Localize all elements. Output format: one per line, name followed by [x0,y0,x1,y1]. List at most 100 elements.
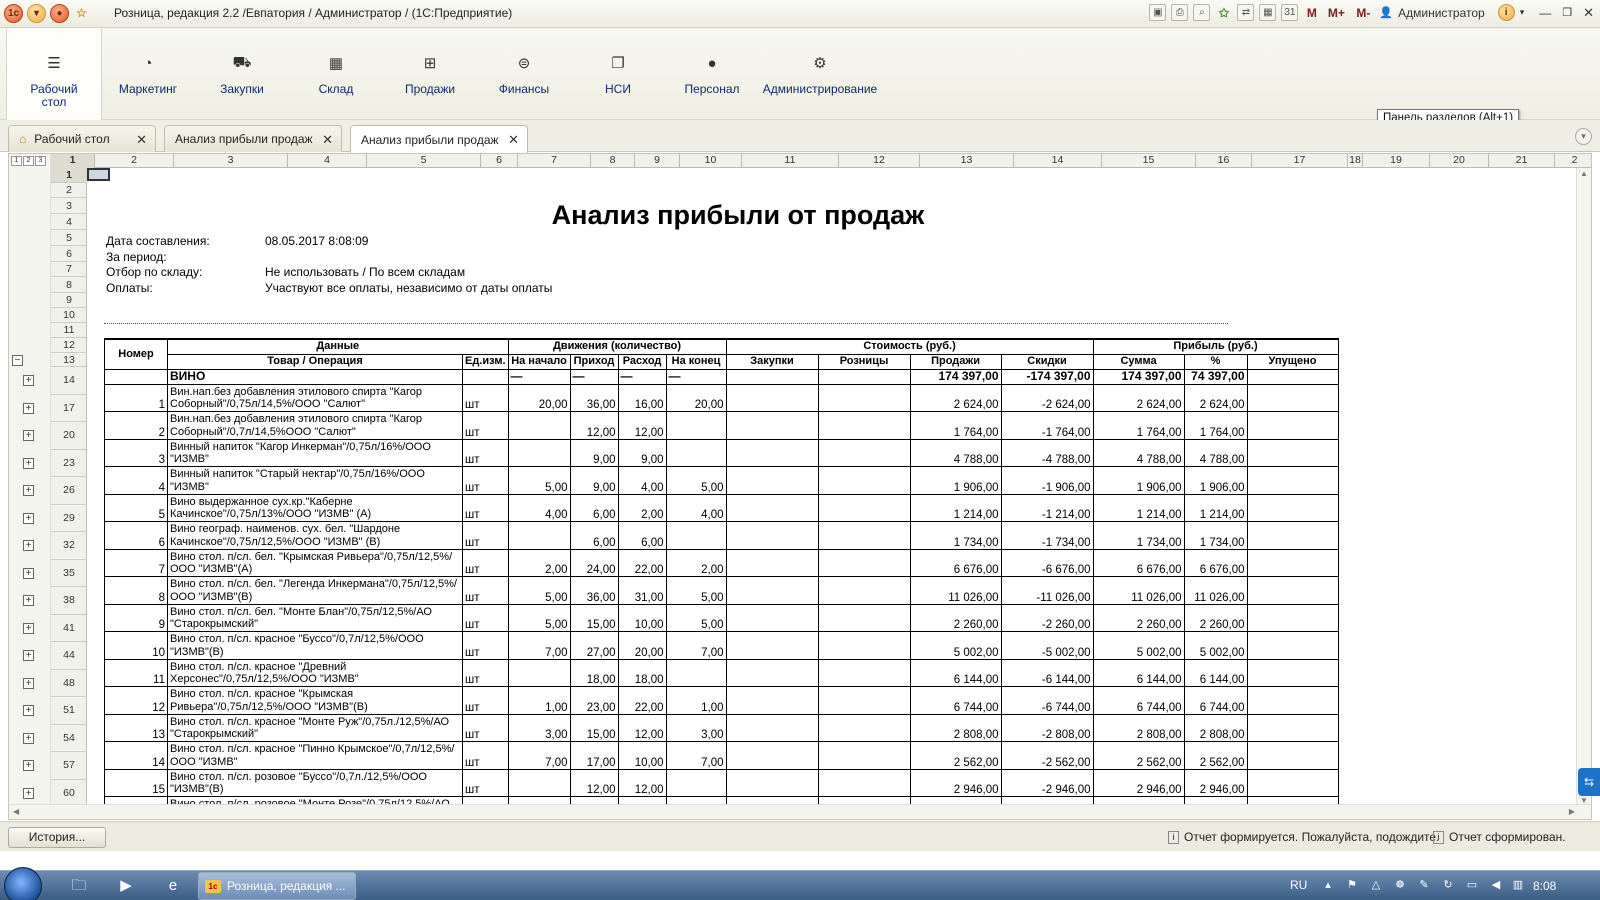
table-row[interactable]: 9 Вино стол. п/сл. бел. "Монте Блан"/0,75… [104,603,1339,632]
tray-expand-icon[interactable]: ▴ [1320,877,1336,893]
row-header[interactable]: 20 [51,422,87,450]
display-icon[interactable]: ▭ [1464,877,1480,893]
report-spreadsheet[interactable]: 1 2 3 − + + + + + + + + + + + + + + + + 1 2 3 4 5 6 7 8 9 10 11 12… [8,153,1592,820]
table-row[interactable]: 10 Вино стол. п/сл. красное "Буссо"/0,7л/… [104,631,1339,660]
row-header[interactable]: 29 [51,505,87,532]
volume-icon[interactable]: ◀ [1488,877,1504,893]
current-user[interactable]: Администратор [1398,6,1485,20]
expand-group-icon[interactable]: + [23,485,34,496]
row-header[interactable]: 48 [51,670,87,697]
expand-group-icon[interactable]: + [23,540,34,551]
teamviewer-icon[interactable]: ⇆ [1578,768,1600,796]
explorer-icon[interactable]: 🗀 [66,874,92,898]
tab-report-1[interactable]: Анализ прибыли продаж ✕ [164,125,342,152]
row-header[interactable]: 23 [51,450,87,477]
memory-minus-button[interactable]: M- [1352,4,1374,21]
expand-group-icon[interactable]: + [23,677,34,689]
memory-m-button[interactable]: M [1303,4,1320,21]
column-header[interactable]: 15 [1102,154,1196,168]
preview-icon[interactable]: ⌕ [1193,4,1211,21]
column-header[interactable]: 6 [481,154,518,168]
section-finance[interactable]: ⊜ Финансы [484,28,564,120]
table-row[interactable]: 13 Вино стол. п/сл. красное "Монте Руж"/0… [104,713,1339,742]
tab-report-2[interactable]: Анализ прибыли продаж ✕ [350,125,528,153]
close-icon[interactable]: ✕ [136,132,147,148]
table-row[interactable]: 1 Вин.нап.без добавления этилового спирта… [104,383,1339,412]
table-row[interactable]: 5 Вино выдержанное сух.кр."Каберне Качинс… [104,493,1339,522]
sync-icon[interactable]: ↻ [1440,877,1456,893]
expand-group-icon[interactable]: + [23,512,34,524]
horizontal-scrollbar[interactable]: ◀ ▶ [9,804,1591,819]
drive-icon[interactable]: △ [1368,877,1384,893]
column-header[interactable]: 3 [174,154,288,168]
table-row[interactable]: 14 Вино стол. п/сл. красное "Пинно Крымск… [104,741,1339,770]
row-header[interactable]: 10 [51,308,87,323]
section-administration[interactable]: ⚙ Администрирование [760,28,880,120]
add-favorite-icon[interactable]: ✩ [1215,4,1232,21]
expand-group-icon[interactable]: + [23,402,34,414]
section-sales[interactable]: ⊞ Продажи [390,28,470,120]
table-row[interactable]: 3 Винный напиток "Кагор Инкерман"/0,75л/1… [104,438,1339,467]
table-row[interactable]: 8 Вино стол. п/сл. бел. "Легенда Инкерман… [104,576,1339,605]
expand-group-icon[interactable]: + [23,787,34,799]
calendar-icon[interactable]: 31 [1281,4,1299,21]
table-row[interactable]: 11 Вино стол. п/сл. красное "Древний Херс… [104,658,1339,687]
row-header[interactable]: 44 [51,642,87,670]
restore-icon[interactable]: ❐ [1562,6,1572,19]
row-header[interactable]: 17 [51,395,87,422]
table-row[interactable]: 2 Вин.нап.без добавления этилового спирта… [104,411,1339,440]
section-warehouse[interactable]: ▦ Склад [296,28,376,120]
row-header[interactable]: 41 [51,615,87,642]
level-1-button[interactable]: 1 [11,156,22,166]
level-3-button[interactable]: 3 [35,156,46,166]
language-indicator[interactable]: RU [1290,878,1307,892]
media-player-icon[interactable]: ▶ [113,874,139,898]
column-header[interactable]: 1 [51,154,95,168]
column-header[interactable]: 2 [1555,154,1591,168]
column-header[interactable]: 12 [839,154,920,168]
column-header[interactable]: 5 [367,154,481,168]
row-header[interactable]: 9 [51,293,87,308]
row-header[interactable]: 6 [51,246,87,262]
table-row[interactable]: 4 Винный напиток "Старый нектар"/0,75л/16… [104,466,1339,495]
table-row[interactable]: 6 Вино географ. наименов. сух. бел. "Шард… [104,521,1339,550]
row-header[interactable]: 54 [51,725,87,752]
info-icon[interactable]: i [1497,4,1515,21]
selected-cell[interactable] [87,168,110,181]
network-icon[interactable]: ▥ [1510,877,1526,893]
scroll-left-icon[interactable]: ◀ [13,807,19,816]
section-marketing[interactable]: ◔ Маркетинг [108,28,188,120]
row-header[interactable]: 57 [51,752,87,780]
scroll-right-icon[interactable]: ▶ [1569,807,1575,816]
column-header[interactable]: 4 [288,154,367,168]
start-button[interactable] [4,867,42,900]
row-header[interactable]: 5 [51,230,87,246]
save-icon[interactable]: ▣ [1149,4,1167,21]
column-header[interactable]: 13 [920,154,1014,168]
row-header[interactable]: 4 [51,214,87,230]
expand-group-icon[interactable]: + [23,375,34,386]
pen-icon[interactable]: ✎ [1416,877,1432,893]
close-icon[interactable]: ✕ [322,132,333,148]
row-header[interactable]: 8 [51,277,87,293]
action-center-icon[interactable]: ⚑ [1344,877,1360,893]
row-header[interactable]: 13 [51,353,87,367]
row-header[interactable]: 3 [51,198,87,214]
column-header[interactable]: 20 [1430,154,1489,168]
column-header[interactable]: 19 [1363,154,1430,168]
section-nsi[interactable]: ❐ НСИ [578,28,658,120]
row-header[interactable]: 11 [51,323,87,338]
info-dropdown-icon[interactable]: ▾ [1520,7,1525,18]
column-header[interactable]: 8 [591,154,635,168]
section-purchases[interactable]: ⛟ Закупки [202,28,282,120]
expand-group-icon[interactable]: + [23,595,34,606]
column-header[interactable]: 10 [680,154,742,168]
main-menu-button[interactable]: ▾ [27,4,46,23]
collapse-group-icon[interactable]: − [12,355,23,366]
close-icon[interactable]: ✕ [508,132,519,148]
column-header[interactable]: 14 [1014,154,1102,168]
row-header[interactable]: 51 [51,697,87,725]
expand-group-icon[interactable]: + [23,732,34,744]
tray-app-icon[interactable]: ☸ [1392,877,1408,893]
minimize-icon[interactable]: — [1539,6,1551,20]
